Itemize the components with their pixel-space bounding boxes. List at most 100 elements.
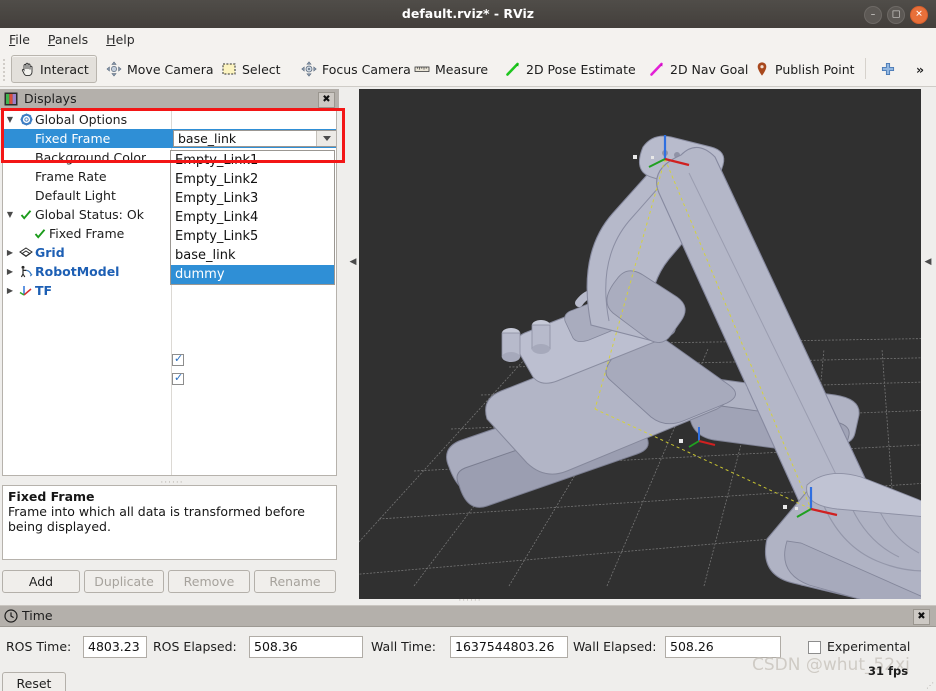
- time-panel-close-button[interactable]: ✖: [913, 609, 930, 625]
- expander-icon[interactable]: ▼: [3, 210, 17, 219]
- tree-label: Default Light: [35, 188, 116, 203]
- tool-publish-point[interactable]: Publish Point: [746, 55, 863, 83]
- rename-button-label: Rename: [269, 574, 321, 589]
- tool-2d-nav-goal[interactable]: 2D Nav Goal: [641, 55, 756, 83]
- description-title: Fixed Frame: [8, 489, 95, 504]
- tree-label: RobotModel: [35, 264, 120, 279]
- green-arrow-icon: [506, 62, 519, 76]
- displays-panel-title: Displays: [24, 91, 77, 106]
- experimental-checkbox[interactable]: [808, 641, 821, 654]
- ros-time-field[interactable]: 4803.23: [83, 636, 147, 658]
- tf-visibility-checkbox[interactable]: [172, 371, 184, 385]
- tree-label: TF: [35, 283, 53, 298]
- dropdown-item[interactable]: base_link: [171, 246, 334, 265]
- view-right-collapse-handle[interactable]: ◀: [923, 250, 933, 274]
- dropdown-item[interactable]: Empty_Link5: [171, 227, 334, 246]
- menu-panels[interactable]: Panels: [39, 28, 97, 51]
- tool-select-label: Select: [242, 61, 281, 77]
- view-left-gutter: [339, 89, 350, 599]
- wall-time-label: Wall Time:: [371, 639, 436, 654]
- menu-file[interactable]: File: [0, 28, 39, 51]
- displays-close-icon: ✖: [322, 94, 331, 105]
- panel-splitter-handle[interactable]: ······: [158, 478, 186, 488]
- ros-time-label: ROS Time:: [6, 639, 72, 654]
- add-tool-button[interactable]: [876, 55, 900, 83]
- description-box: Fixed Frame Frame into which all data is…: [2, 485, 337, 560]
- wall-time-field[interactable]: 1637544803.26: [450, 636, 568, 658]
- tool-focus-camera[interactable]: Focus Camera: [293, 55, 419, 83]
- expander-icon[interactable]: ▼: [3, 115, 17, 124]
- toolbar-overflow-button[interactable]: »: [912, 55, 928, 83]
- tree-label: Grid: [35, 245, 65, 260]
- remove-button-label: Remove: [183, 574, 235, 589]
- displays-panel: Displays ✖ ▼ Global Options Fixed Frame …: [0, 89, 339, 597]
- tree-row-fixed-frame[interactable]: Fixed Frame base_link: [3, 129, 336, 148]
- robot-icon: [17, 265, 35, 278]
- tool-2d-pose-estimate-label: 2D Pose Estimate: [526, 61, 636, 77]
- fixed-frame-dropdown-list[interactable]: Empty_Link1 Empty_Link2 Empty_Link3 Empt…: [170, 150, 335, 285]
- dropdown-item[interactable]: Empty_Link2: [171, 170, 334, 189]
- close-button[interactable]: ✕: [910, 6, 928, 24]
- time-close-icon: ✖: [917, 611, 926, 622]
- tool-measure-label: Measure: [435, 61, 489, 77]
- duplicate-button[interactable]: Duplicate: [84, 570, 164, 593]
- tool-move-camera[interactable]: Move Camera: [98, 55, 222, 83]
- maximize-button[interactable]: □: [887, 6, 905, 24]
- tool-focus-camera-label: Focus Camera: [322, 61, 411, 77]
- axes-icon: [17, 284, 35, 297]
- clock-icon: [4, 609, 18, 623]
- reset-button-label: Reset: [16, 676, 52, 691]
- time-panel-header: Time ✖: [0, 605, 936, 627]
- view-bottom-splitter[interactable]: ······: [455, 596, 485, 606]
- time-panel-title: Time: [22, 608, 53, 623]
- gear-icon: [17, 113, 35, 126]
- expander-icon[interactable]: ▶: [3, 248, 17, 257]
- robotmodel-visibility-checkbox[interactable]: [172, 352, 184, 366]
- render-canvas: [359, 89, 921, 599]
- ros-elapsed-label: ROS Elapsed:: [153, 639, 237, 654]
- tool-select[interactable]: Select: [213, 55, 289, 83]
- dropdown-item[interactable]: Empty_Link1: [171, 151, 334, 170]
- move-camera-icon: [106, 61, 122, 77]
- duplicate-button-label: Duplicate: [94, 574, 154, 589]
- minimize-icon: –: [870, 9, 876, 20]
- tree-label: Fixed Frame: [35, 131, 111, 146]
- toolbar-separator: [865, 58, 866, 79]
- expander-icon[interactable]: ▶: [3, 286, 17, 295]
- reset-button[interactable]: Reset: [2, 672, 66, 691]
- tool-interact[interactable]: Interact: [11, 55, 97, 83]
- grid-icon: [17, 246, 35, 259]
- wall-elapsed-label: Wall Elapsed:: [573, 639, 657, 654]
- dropdown-item-highlighted[interactable]: dummy: [171, 265, 334, 284]
- dropdown-item[interactable]: Empty_Link3: [171, 189, 334, 208]
- expander-icon[interactable]: ▶: [3, 267, 17, 276]
- minimize-button[interactable]: –: [864, 6, 882, 24]
- checkbox-checked-icon: [172, 352, 184, 366]
- magenta-arrow-icon: [650, 62, 663, 76]
- 3d-render-view[interactable]: [359, 89, 921, 599]
- rename-button[interactable]: Rename: [254, 570, 336, 593]
- title-bar: default.rviz* - RViz – □ ✕: [0, 0, 936, 29]
- fixed-frame-combobox[interactable]: base_link: [173, 130, 336, 147]
- add-button-label: Add: [28, 574, 54, 589]
- window-resize-grip[interactable]: ⋰: [926, 681, 934, 690]
- collapse-right-icon: ◀: [924, 257, 932, 267]
- remove-button[interactable]: Remove: [168, 570, 250, 593]
- toolbar-drag-handle[interactable]: [2, 57, 8, 81]
- tree-label: Background Color: [35, 150, 147, 165]
- view-left-collapse-handle[interactable]: ◀: [348, 250, 358, 274]
- fixed-frame-dropdown-button[interactable]: [316, 131, 336, 146]
- checkbox-checked-icon: [172, 371, 184, 385]
- close-icon: ✕: [915, 9, 923, 20]
- add-button[interactable]: Add: [2, 570, 80, 593]
- tool-2d-pose-estimate[interactable]: 2D Pose Estimate: [497, 55, 644, 83]
- menu-help[interactable]: Help: [97, 28, 144, 51]
- hand-cursor-icon: [21, 62, 33, 77]
- displays-panel-close-button[interactable]: ✖: [318, 92, 335, 108]
- window-controls: – □ ✕: [864, 6, 928, 24]
- tree-row-global-options[interactable]: ▼ Global Options: [3, 110, 336, 129]
- dropdown-item[interactable]: Empty_Link4: [171, 208, 334, 227]
- fps-counter: 31 fps: [868, 664, 909, 678]
- tool-measure[interactable]: Measure: [406, 55, 496, 83]
- ros-elapsed-field[interactable]: 508.36: [249, 636, 363, 658]
